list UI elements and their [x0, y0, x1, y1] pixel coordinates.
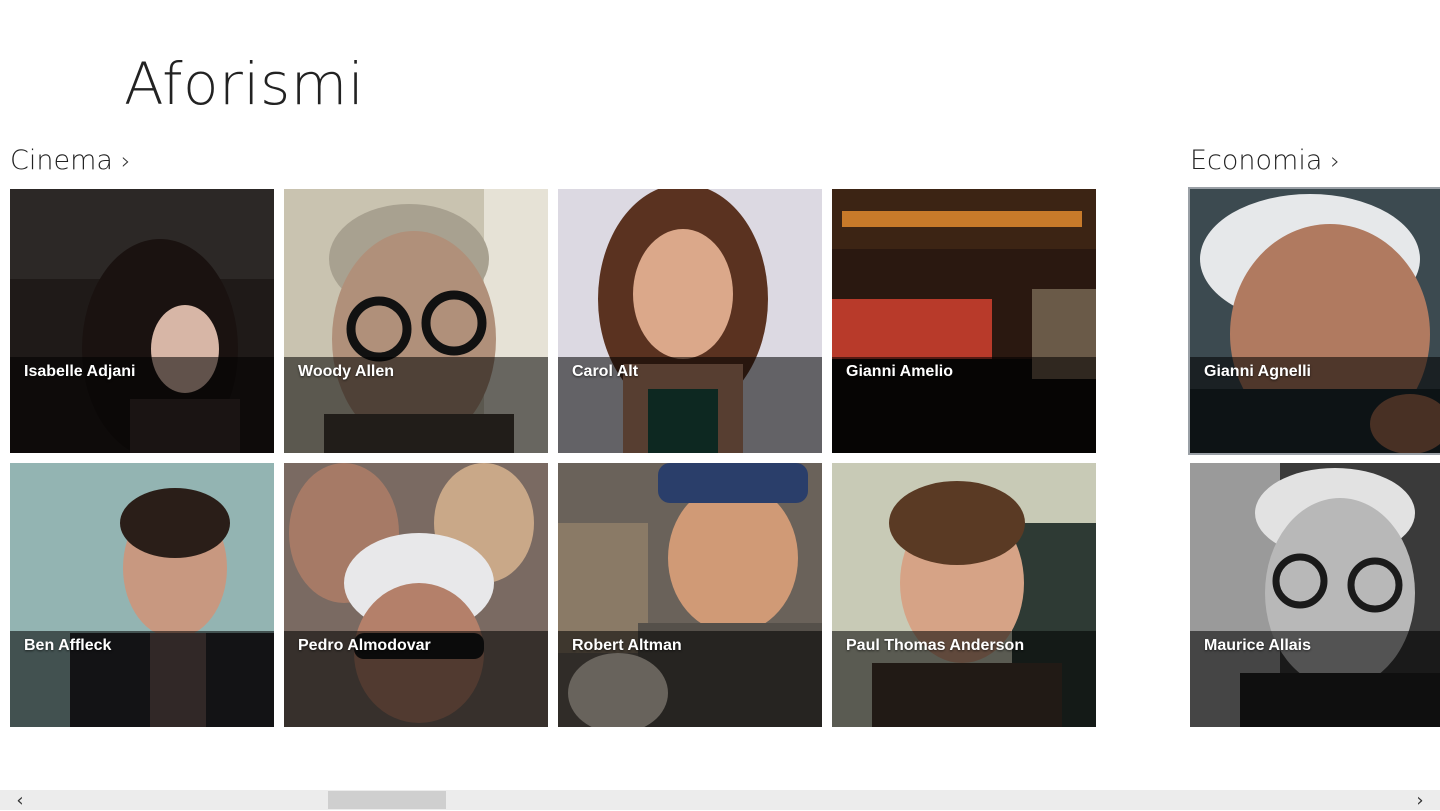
tile-caption: Maurice Allais	[1204, 637, 1312, 654]
scroll-left-icon[interactable]: ‹	[0, 790, 40, 811]
tile-caption: Ben Affleck	[24, 637, 112, 654]
group-header-economia[interactable]: Economia ›	[1190, 140, 1340, 180]
tile-caption: Pedro Almodovar	[298, 637, 431, 654]
chevron-right-icon: ›	[120, 147, 131, 175]
tile-isabelle-adjani[interactable]: Isabelle Adjani	[10, 189, 274, 453]
tile-caption: Gianni Agnelli	[1204, 363, 1311, 380]
scroll-right-icon[interactable]: ›	[1400, 790, 1440, 811]
tile-caption: Woody Allen	[298, 363, 394, 380]
group-header-cinema[interactable]: Cinema ›	[10, 140, 131, 180]
tile-caption: Robert Altman	[572, 637, 682, 654]
tile-caption: Isabelle Adjani	[24, 363, 136, 380]
tile-pedro-almodovar[interactable]: Pedro Almodovar	[284, 463, 548, 727]
tile-paul-thomas-anderson[interactable]: Paul Thomas Anderson	[832, 463, 1096, 727]
group-title: Economia	[1190, 144, 1323, 176]
tile-carol-alt[interactable]: Carol Alt	[558, 189, 822, 453]
tile-gianni-amelio[interactable]: Gianni Amelio	[832, 189, 1096, 453]
tile-caption: Gianni Amelio	[846, 363, 953, 380]
tile-caption: Paul Thomas Anderson	[846, 637, 1025, 654]
app-title: Aforismi	[124, 50, 365, 118]
group-title: Cinema	[10, 144, 113, 176]
tile-gianni-agnelli[interactable]: Gianni Agnelli	[1188, 187, 1440, 455]
tile-caption: Carol Alt	[572, 363, 639, 380]
tile-robert-altman[interactable]: Robert Altman	[558, 463, 822, 727]
tile-woody-allen[interactable]: Woody Allen	[284, 189, 548, 453]
tile-maurice-allais[interactable]: Maurice Allais	[1190, 463, 1440, 727]
chevron-right-icon: ›	[1330, 147, 1341, 175]
scrollbar-thumb[interactable]	[328, 791, 446, 809]
tile-ben-affleck[interactable]: Ben Affleck	[10, 463, 274, 727]
horizontal-scrollbar[interactable]: ‹ ›	[0, 790, 1440, 811]
